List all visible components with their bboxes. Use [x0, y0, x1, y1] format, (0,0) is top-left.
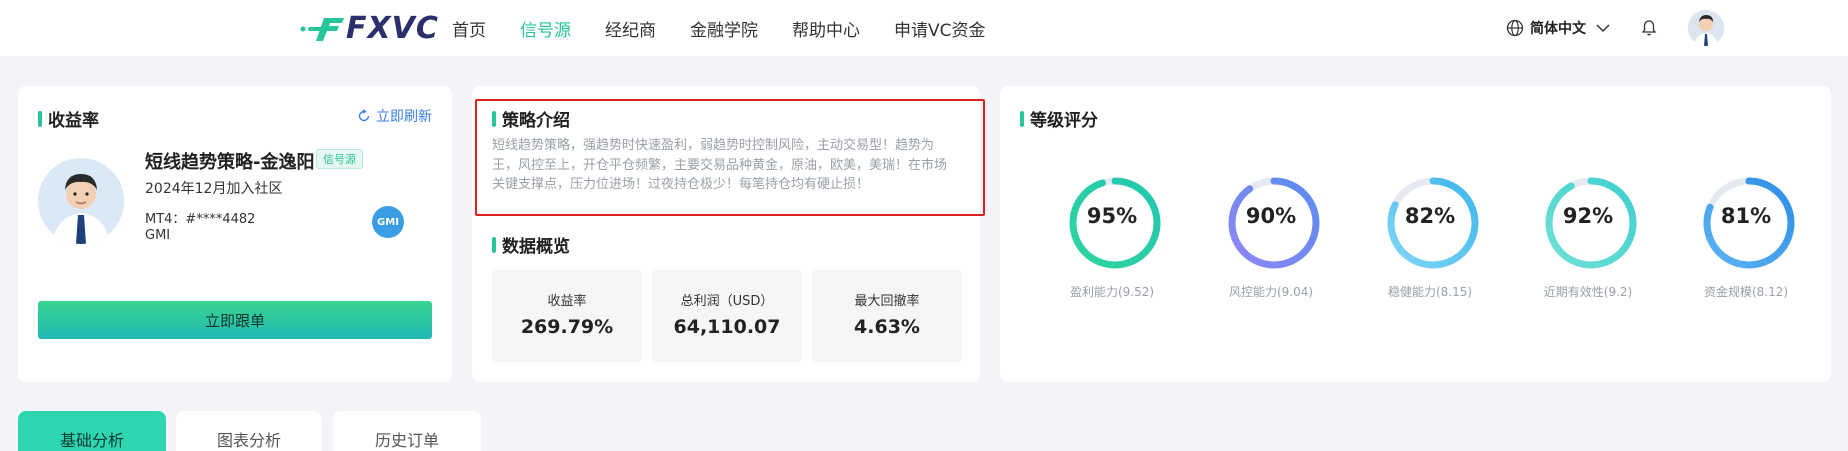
signal-source-badge: 信号源 — [316, 149, 363, 169]
strategy-name: 短线趋势策略-金逸阳 — [145, 152, 315, 173]
broker-logo: GMI — [372, 206, 404, 238]
gauge-value: 82% — [1404, 204, 1456, 228]
stat-value: 4.63% — [854, 316, 920, 338]
trader-avatar — [38, 158, 124, 244]
tab-chart-analysis[interactable]: 图表分析 — [176, 411, 322, 451]
refresh-label: 立即刷新 — [376, 109, 432, 125]
stat-label: 最大回撤率 — [854, 294, 920, 309]
gauge-value: 95% — [1086, 204, 1138, 228]
stat-value: 269.79% — [520, 316, 614, 338]
title-accent-bar — [1020, 110, 1024, 127]
data-overview-title-text: 数据概览 — [502, 237, 570, 257]
user-avatar[interactable] — [1688, 10, 1724, 46]
returns-card: 收益率 立即刷新 短线趋势策略-金逸阳 信号源 2024年12月加入社区 MT4… — [18, 86, 452, 382]
trader-avatar-image — [38, 158, 124, 244]
tab-basic-analysis[interactable]: 基础分析 — [18, 411, 166, 451]
returns-title-text: 收益率 — [48, 111, 99, 131]
rating-card: 等级评分 95% 盈利能力(9.52) 90% 风控能力(9.04) 82% 稳健能力(8… — [1000, 86, 1831, 382]
stat-max-drawdown: 最大回撤率 4.63% — [812, 270, 962, 362]
gauge-label: 资金规模(8.12) — [1703, 285, 1789, 299]
logo-mark-icon — [300, 18, 344, 41]
bell-icon[interactable] — [1640, 19, 1658, 37]
main-nav: 首页 信号源 经纪商 金融学院 帮助中心 申请VC资金 — [452, 0, 1020, 56]
gauge-value: 92% — [1562, 204, 1614, 228]
nav-academy[interactable]: 金融学院 — [690, 16, 758, 41]
highlight-box — [475, 99, 985, 216]
gauge-value: 90% — [1245, 204, 1297, 228]
header-right: 简体中文 — [1506, 0, 1724, 56]
refresh-icon — [358, 109, 370, 122]
rating-gauge: 82% 稳健能力(8.15) — [1370, 176, 1490, 306]
nav-brokers[interactable]: 经纪商 — [605, 16, 656, 41]
top-header: FXVC 首页 信号源 经纪商 金融学院 帮助中心 申请VC资金 简体中文 — [0, 0, 1848, 56]
nav-apply-vc[interactable]: 申请VC资金 — [894, 16, 986, 41]
chevron-down-icon — [1596, 24, 1610, 33]
gauge-value: 81% — [1720, 204, 1772, 228]
fxvc-logo[interactable]: FXVC — [300, 8, 439, 48]
nav-signals[interactable]: 信号源 — [520, 16, 571, 41]
stat-value: 64,110.07 — [673, 316, 781, 338]
nav-help[interactable]: 帮助中心 — [792, 16, 860, 41]
stat-label: 总利润（USD） — [680, 294, 774, 309]
title-accent-bar — [38, 110, 42, 127]
gauge-label: 盈利能力(9.52) — [1069, 285, 1155, 299]
rating-title-text: 等级评分 — [1030, 111, 1098, 131]
stat-total-profit: 总利润（USD） 64,110.07 — [652, 270, 802, 362]
logo-text: FXVC — [346, 10, 439, 46]
stat-return-rate: 收益率 269.79% — [492, 270, 642, 362]
language-label: 简体中文 — [1530, 21, 1586, 37]
globe-icon — [1506, 19, 1524, 37]
rating-gauge: 92% 近期有效性(9.2) — [1528, 176, 1648, 306]
broker-name: GMI — [145, 228, 171, 243]
data-overview-title: 数据概览 — [492, 232, 570, 257]
rating-gauge: 95% 盈利能力(9.52) — [1052, 176, 1172, 306]
user-avatar-image — [1688, 10, 1724, 46]
join-date: 2024年12月加入社区 — [145, 181, 283, 197]
title-accent-bar — [492, 236, 496, 253]
gauge-label: 近期有效性(9.2) — [1543, 285, 1633, 299]
follow-button[interactable]: 立即跟单 — [38, 301, 432, 339]
gauge-label: 稳健能力(8.15) — [1387, 285, 1473, 299]
refresh-button[interactable]: 立即刷新 — [357, 106, 432, 126]
gauge-label: 风控能力(9.04) — [1228, 285, 1314, 299]
rating-gauge: 81% 资金规模(8.12) — [1686, 176, 1806, 306]
nav-home[interactable]: 首页 — [452, 16, 486, 41]
tab-history-orders[interactable]: 历史订单 — [333, 411, 481, 451]
language-selector[interactable]: 简体中文 — [1506, 18, 1610, 38]
mt4-account: MT4：#****4482 — [145, 212, 256, 227]
returns-card-title: 收益率 — [38, 106, 99, 131]
rating-card-title: 等级评分 — [1020, 106, 1098, 131]
rating-gauge: 90% 风控能力(9.04) — [1211, 176, 1331, 306]
stat-label: 收益率 — [547, 294, 587, 309]
